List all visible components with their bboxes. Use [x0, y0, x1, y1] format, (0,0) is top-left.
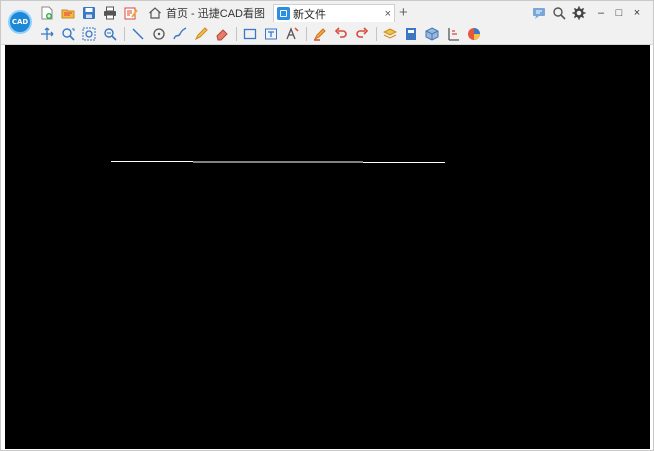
- toolbar-separator: [376, 27, 377, 41]
- color-wheel-icon[interactable]: [466, 26, 482, 42]
- app-logo-text: CAD: [11, 18, 29, 26]
- text-box-icon[interactable]: [263, 26, 279, 42]
- book-icon[interactable]: [403, 26, 419, 42]
- eraser-icon[interactable]: [214, 26, 230, 42]
- open-folder-icon[interactable]: [60, 5, 76, 21]
- measure-icon[interactable]: [445, 26, 461, 42]
- tab-new-file[interactable]: 新文件 ×: [273, 4, 395, 22]
- maximize-button[interactable]: □: [611, 5, 627, 21]
- circle-icon[interactable]: [151, 26, 167, 42]
- toolbar-separator: [236, 27, 237, 41]
- tab-new-file-label: 新文件: [293, 8, 326, 21]
- highlighter-icon[interactable]: [312, 26, 328, 42]
- settings-icon[interactable]: [571, 5, 587, 21]
- rectangle-select-icon[interactable]: [242, 26, 258, 42]
- search-icon[interactable]: [551, 5, 567, 21]
- pan-icon[interactable]: [39, 26, 55, 42]
- document-icon: [277, 7, 290, 20]
- app-window: CAD 首页 - 迅捷CAD看图 新文件 × + – □ ×: [0, 0, 654, 451]
- toolbar: [39, 25, 487, 43]
- zoom-extents-icon[interactable]: [81, 26, 97, 42]
- drawing-canvas[interactable]: [5, 45, 650, 449]
- edit-doc-icon[interactable]: [123, 5, 139, 21]
- minimize-button[interactable]: –: [593, 5, 609, 21]
- window-controls: – □ ×: [531, 4, 645, 22]
- feedback-icon[interactable]: [531, 5, 547, 21]
- save-icon[interactable]: [81, 5, 97, 21]
- tab-home[interactable]: 首页 - 迅捷CAD看图: [145, 4, 269, 22]
- zoom-window-icon[interactable]: [60, 26, 76, 42]
- polyline-icon[interactable]: [172, 26, 188, 42]
- zoom-realtime-icon[interactable]: [102, 26, 118, 42]
- text-style-icon[interactable]: [284, 26, 300, 42]
- tab-home-label: 首页 - 迅捷CAD看图: [166, 8, 265, 20]
- new-tab-button[interactable]: +: [399, 4, 408, 22]
- layers-icon[interactable]: [382, 26, 398, 42]
- undo-icon[interactable]: [333, 26, 349, 42]
- new-file-icon[interactable]: [39, 5, 55, 21]
- tab-close-button[interactable]: ×: [385, 8, 391, 20]
- app-logo[interactable]: CAD: [8, 10, 32, 34]
- close-button[interactable]: ×: [629, 5, 645, 21]
- print-icon[interactable]: [102, 5, 118, 21]
- canvas-drawing: [111, 161, 445, 163]
- home-icon: [147, 5, 163, 21]
- top-bar: CAD 首页 - 迅捷CAD看图 新文件 × + – □ ×: [1, 1, 653, 45]
- toolbar-separator: [306, 27, 307, 41]
- toolbar-separator: [124, 27, 125, 41]
- line-icon[interactable]: [130, 26, 146, 42]
- pencil-icon[interactable]: [193, 26, 209, 42]
- 3d-box-icon[interactable]: [424, 26, 440, 42]
- redo-icon[interactable]: [354, 26, 370, 42]
- tab-row: 首页 - 迅捷CAD看图 新文件 × +: [39, 4, 408, 22]
